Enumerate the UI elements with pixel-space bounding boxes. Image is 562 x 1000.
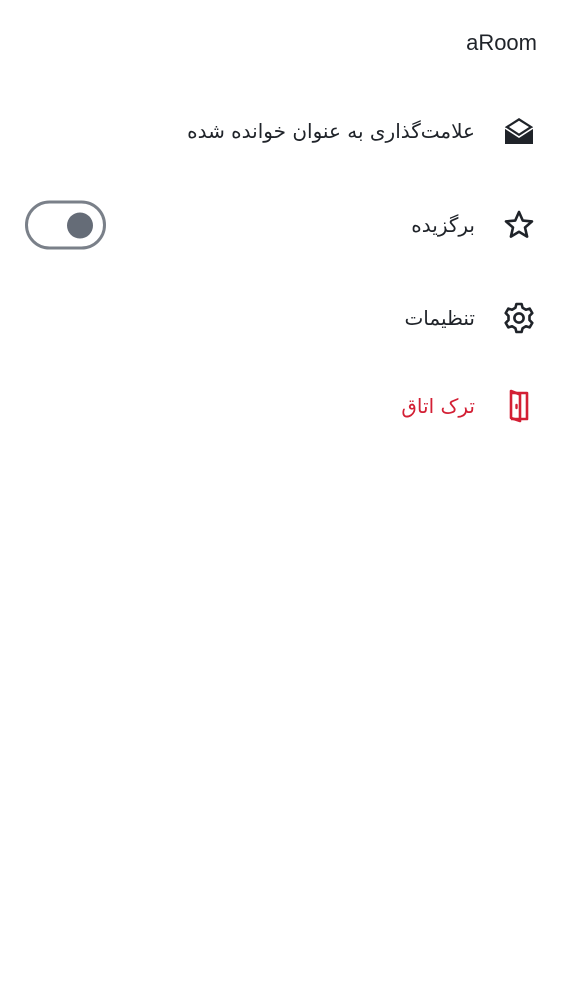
toggle-knob xyxy=(67,212,93,238)
star-icon xyxy=(501,207,537,243)
mark-as-read-item[interactable]: علامت‌گذاری به عنوان خوانده شده xyxy=(0,101,562,161)
mark-as-read-label: علامت‌گذاری به عنوان خوانده شده xyxy=(187,119,475,143)
settings-label: تنظیمات xyxy=(404,306,475,330)
leave-room-label: ترک اتاق xyxy=(401,394,475,418)
leave-door-icon xyxy=(501,388,537,424)
favorite-item[interactable]: برگزیده xyxy=(0,195,562,255)
gear-icon xyxy=(501,300,537,336)
leave-room-item[interactable]: ترک اتاق xyxy=(0,376,562,436)
envelope-open-icon xyxy=(501,113,537,149)
room-options-sheet: aRoom علامت‌گذاری به عنوان خوانده شده بر… xyxy=(0,0,562,1000)
favorite-toggle[interactable] xyxy=(25,200,106,250)
favorite-label: برگزیده xyxy=(411,213,475,237)
settings-item[interactable]: تنظیمات xyxy=(0,288,562,348)
room-title: aRoom xyxy=(466,30,537,55)
